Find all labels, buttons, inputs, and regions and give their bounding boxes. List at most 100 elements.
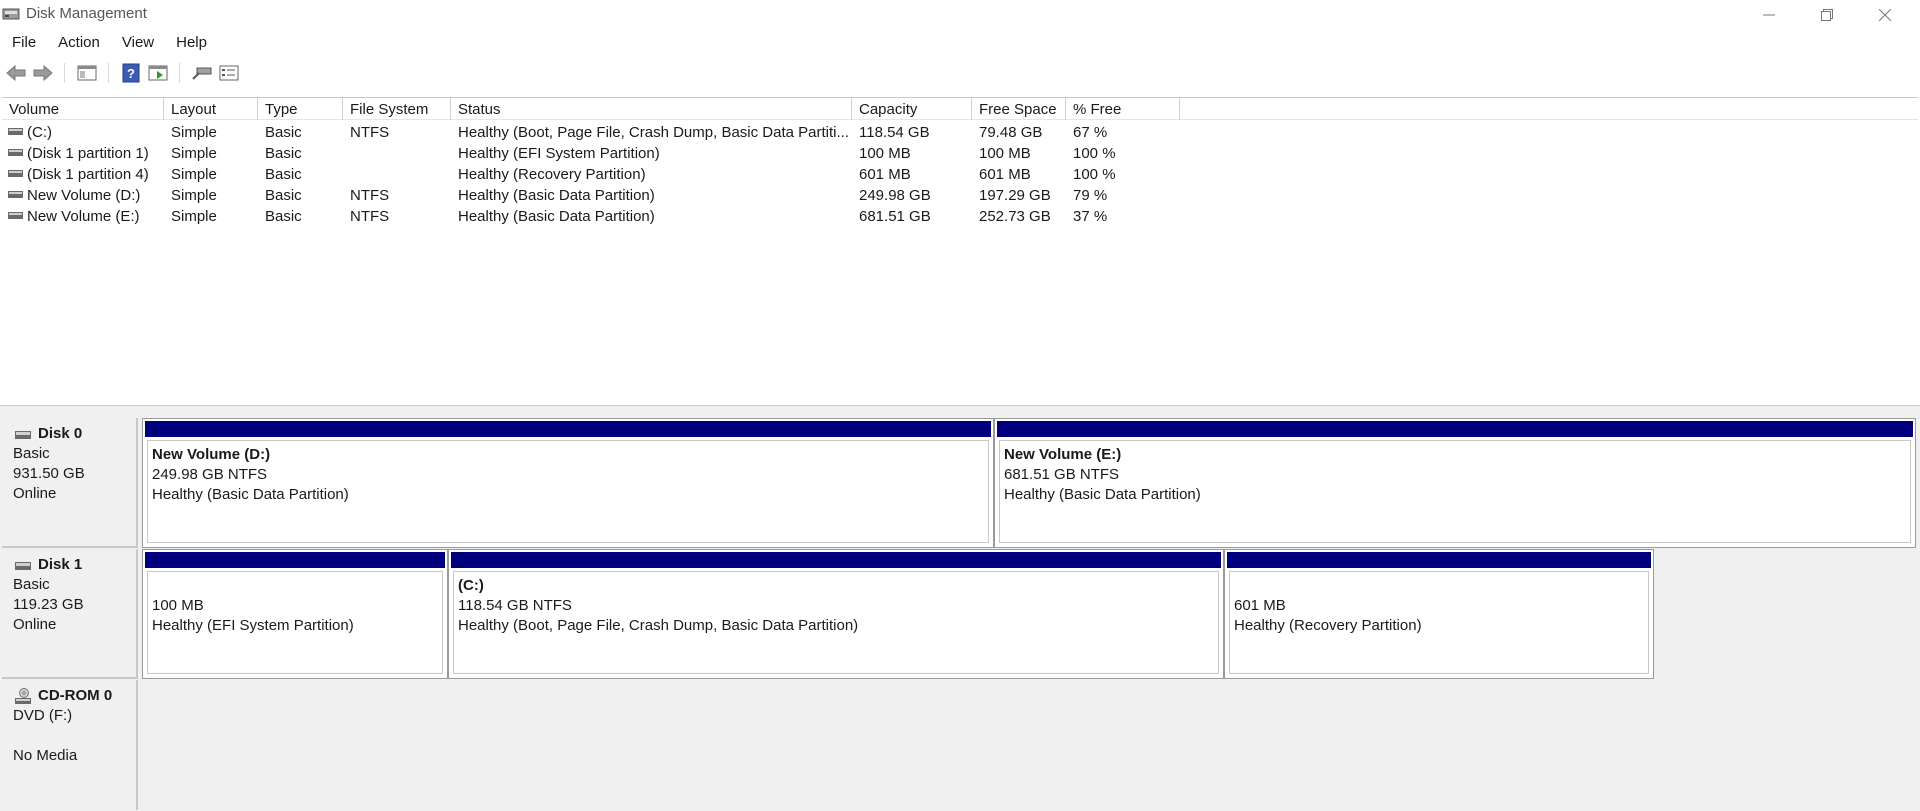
title-bar: Disk Management xyxy=(0,0,1920,29)
volume-capacity: 118.54 GB xyxy=(859,124,930,141)
show-hide-console-tree-button[interactable] xyxy=(76,62,98,84)
disk-1-partitions: 100 MB Healthy (EFI System Partition) (C… xyxy=(140,549,1654,679)
column-header-file-system[interactable]: File System xyxy=(343,98,451,120)
partition-name: New Volume (D:) xyxy=(152,446,271,463)
disk-0-name-row: Disk 0 xyxy=(13,424,136,444)
partition-bar xyxy=(145,421,991,437)
partition-size: 681.51 GB NTFS xyxy=(1004,466,1120,483)
back-arrow-icon xyxy=(6,65,26,81)
toolbar-separator xyxy=(108,63,109,83)
volume-free-space: 79.48 GB xyxy=(979,124,1043,141)
volume-type: Basic xyxy=(265,208,302,225)
partition-new-volume-d[interactable]: New Volume (D:) 249.98 GB NTFS Healthy (… xyxy=(142,418,994,548)
disk-0-state: Online xyxy=(13,485,57,502)
volume-layout: Simple xyxy=(171,208,217,225)
cd-rom-0-label[interactable]: CD-ROM 0 DVD (F:) No Media xyxy=(2,680,138,810)
disk-0-name: Disk 0 xyxy=(38,425,83,442)
menu-action[interactable]: Action xyxy=(47,30,111,56)
disk-management-app-icon xyxy=(2,8,20,20)
volume-list: Volume Layout Type File System Status Ca… xyxy=(2,97,1918,405)
volume-status: Healthy (Boot, Page File, Crash Dump, Ba… xyxy=(458,124,848,141)
toolbar: ? xyxy=(0,58,1920,88)
disk-0-label[interactable]: Disk 0 Basic 931.50 GB Online xyxy=(2,418,138,548)
volume-disk-icon xyxy=(8,149,23,156)
volume-status: Healthy (Basic Data Partition) xyxy=(458,187,655,204)
volume-name: (Disk 1 partition 4) xyxy=(27,166,149,183)
minimize-icon xyxy=(1763,14,1775,15)
volume-name: (Disk 1 partition 1) xyxy=(27,145,149,162)
cd-rom-icon xyxy=(15,688,31,704)
column-header-volume[interactable]: Volume xyxy=(2,98,164,120)
properties-button[interactable] xyxy=(147,62,169,84)
disk-graphical-view: Disk 0 Basic 931.50 GB Online New Volume… xyxy=(0,411,1920,811)
volume-row[interactable]: New Volume (D:) Simple Basic NTFS Health… xyxy=(2,185,1918,206)
rescan-disks-icon xyxy=(192,67,212,80)
volume-capacity: 601 MB xyxy=(859,166,911,183)
partition-status: Healthy (EFI System Partition) xyxy=(152,617,354,634)
partition-body: New Volume (E:) 681.51 GB NTFS Healthy (… xyxy=(999,440,1911,543)
column-header-free-space[interactable]: Free Space xyxy=(972,98,1066,120)
restore-button[interactable] xyxy=(1798,0,1856,29)
partition-body: 601 MB Healthy (Recovery Partition) xyxy=(1229,571,1649,674)
volume-list-header: Volume Layout Type File System Status Ca… xyxy=(2,98,1918,120)
cd-rom-0-size xyxy=(13,726,136,746)
back-button[interactable] xyxy=(5,62,27,84)
rescan-disks-button[interactable] xyxy=(191,62,213,84)
partition-name xyxy=(152,576,442,596)
partition-efi[interactable]: 100 MB Healthy (EFI System Partition) xyxy=(142,549,448,679)
volume-disk-icon xyxy=(8,191,23,198)
volume-layout: Simple xyxy=(171,124,217,141)
volume-capacity: 681.51 GB xyxy=(859,208,931,225)
disk-row-disk-0: Disk 0 Basic 931.50 GB Online New Volume… xyxy=(2,418,1918,548)
partition-body: New Volume (D:) 249.98 GB NTFS Healthy (… xyxy=(147,440,989,543)
partition-status: Healthy (Boot, Page File, Crash Dump, Ba… xyxy=(458,617,859,634)
disk-0-size: 931.50 GB xyxy=(13,465,85,482)
menu-file[interactable]: File xyxy=(0,30,47,56)
volume-file-system: NTFS xyxy=(350,208,390,225)
toolbar-separator xyxy=(179,63,180,83)
volume-row[interactable]: (Disk 1 partition 1) Simple Basic Health… xyxy=(2,143,1918,164)
partition-size: 100 MB xyxy=(152,597,204,614)
disk-0-type: Basic xyxy=(13,445,50,462)
column-header-type[interactable]: Type xyxy=(258,98,343,120)
volume-row[interactable]: (C:) Simple Basic NTFS Healthy (Boot, Pa… xyxy=(2,122,1918,143)
forward-button[interactable] xyxy=(32,62,54,84)
partition-bar xyxy=(145,552,445,568)
cd-rom-0-name-row: CD-ROM 0 xyxy=(13,686,136,706)
cd-rom-0-state: No Media xyxy=(13,747,78,764)
volume-free-space: 252.73 GB xyxy=(979,208,1051,225)
cd-rom-0-name: CD-ROM 0 xyxy=(38,687,113,704)
volume-row[interactable]: New Volume (E:) Simple Basic NTFS Health… xyxy=(2,206,1918,227)
window-title: Disk Management xyxy=(26,5,147,22)
disk-1-label[interactable]: Disk 1 Basic 119.23 GB Online xyxy=(2,549,138,679)
disk-row-disk-1: Disk 1 Basic 119.23 GB Online 100 MB Hea… xyxy=(2,549,1918,679)
help-button[interactable]: ? xyxy=(120,62,142,84)
menu-help[interactable]: Help xyxy=(165,30,218,56)
column-header-percent-free[interactable]: % Free xyxy=(1066,98,1180,120)
volume-row[interactable]: (Disk 1 partition 4) Simple Basic Health… xyxy=(2,164,1918,185)
volume-status: Healthy (EFI System Partition) xyxy=(458,145,660,162)
partition-name: (C:) xyxy=(458,577,484,594)
partition-new-volume-e[interactable]: New Volume (E:) 681.51 GB NTFS Healthy (… xyxy=(994,418,1916,548)
partition-status: Healthy (Basic Data Partition) xyxy=(1004,486,1201,503)
menu-view[interactable]: View xyxy=(111,30,165,56)
column-header-layout[interactable]: Layout xyxy=(164,98,258,120)
partition-c[interactable]: (C:) 118.54 GB NTFS Healthy (Boot, Page … xyxy=(448,549,1224,679)
partition-name xyxy=(1234,576,1648,596)
volume-status: Healthy (Basic Data Partition) xyxy=(458,208,655,225)
toolbar-separator xyxy=(64,63,65,83)
volume-type: Basic xyxy=(265,166,302,183)
partition-body: (C:) 118.54 GB NTFS Healthy (Boot, Page … xyxy=(453,571,1219,674)
minimize-button[interactable] xyxy=(1740,0,1798,29)
close-button[interactable] xyxy=(1856,0,1914,29)
volume-name: New Volume (D:) xyxy=(27,187,141,204)
partition-status: Healthy (Basic Data Partition) xyxy=(152,486,349,503)
partition-recovery[interactable]: 601 MB Healthy (Recovery Partition) xyxy=(1224,549,1654,679)
column-header-capacity[interactable]: Capacity xyxy=(852,98,972,120)
volume-percent-free: 67 % xyxy=(1073,124,1108,141)
column-header-status[interactable]: Status xyxy=(451,98,852,120)
settings-list-button[interactable] xyxy=(218,62,240,84)
volume-layout: Simple xyxy=(171,166,217,183)
volume-disk-icon xyxy=(8,212,23,219)
volume-free-space: 197.29 GB xyxy=(979,187,1051,204)
